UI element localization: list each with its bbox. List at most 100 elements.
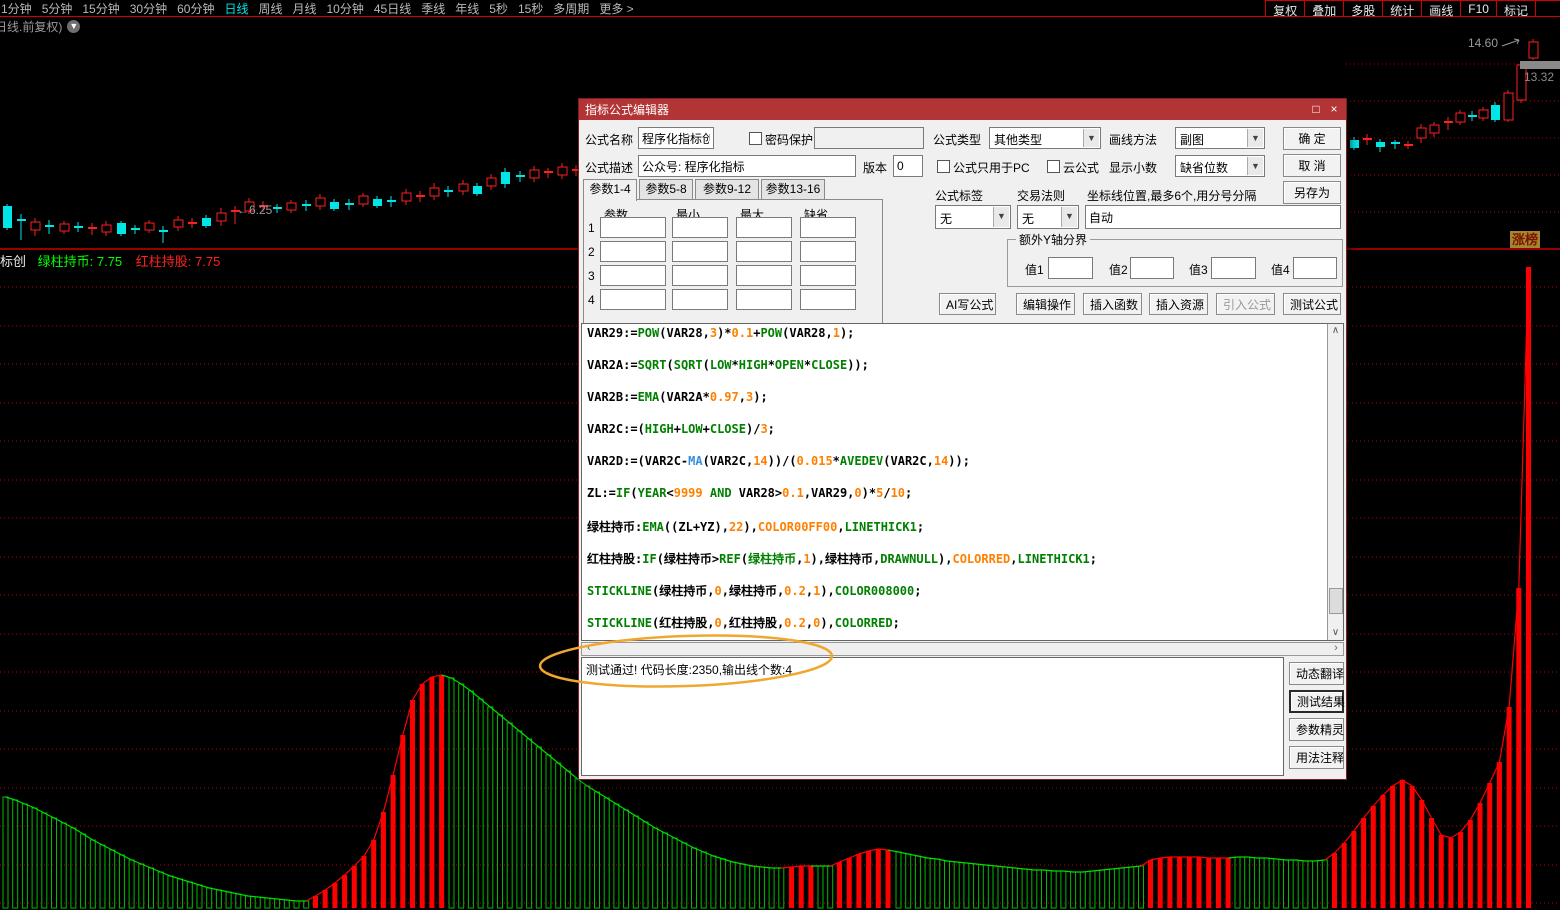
side-button-参数精灵[interactable]: 参数精灵 [1289,718,1344,741]
side-button-动态翻译[interactable]: 动态翻译 [1289,662,1344,685]
coord-lines-input[interactable] [1085,205,1341,229]
formula-type-select[interactable]: 其他类型 ▼ [989,127,1101,149]
toolbar-item-复权[interactable]: 复权 [1265,0,1304,16]
value4-input[interactable] [1293,257,1337,279]
toolbar-item-叠加[interactable]: 叠加 [1304,0,1343,16]
value3-input[interactable] [1211,257,1256,279]
tab-参数5-8[interactable]: 参数5-8 [639,179,693,199]
candle-down [202,218,211,226]
horizontal-scrollbar[interactable]: ‹ › [581,642,1344,656]
green-series-value: 绿柱持币: 7.75 [38,254,123,269]
chevron-down-circle-icon[interactable]: ▼ [67,20,80,33]
menu-item-5秒[interactable]: 5秒 [484,0,513,17]
formula-name-input[interactable] [638,127,714,149]
hist-bar-green [759,867,764,908]
hist-bar-green [595,792,600,908]
formula-desc-input[interactable] [638,155,856,177]
menu-item-季线[interactable]: 季线 [416,0,450,17]
menu-item-10分钟[interactable]: 10分钟 [322,0,369,17]
chevron-down-icon[interactable]: ▼ [1061,207,1077,227]
tab-参数13-16[interactable]: 参数13-16 [761,179,825,199]
param-input-r2c3[interactable] [736,241,792,262]
param-input-r1c3[interactable] [736,217,792,238]
param-input-r3c1[interactable] [600,265,666,286]
hist-bar-green [692,848,697,908]
value1-input[interactable] [1048,257,1093,279]
param-input-r4c4[interactable] [800,289,856,310]
scroll-left-icon[interactable]: ‹ [582,643,596,655]
version-input[interactable] [893,155,923,177]
side-button-用法注释[interactable]: 用法注释 [1289,746,1344,769]
menu-item-15秒[interactable]: 15秒 [513,0,548,17]
param-input-r3c2[interactable] [672,265,728,286]
param-input-r4c3[interactable] [736,289,792,310]
menu-item-1分钟[interactable]: 1分钟 [0,0,37,17]
param-input-r2c2[interactable] [672,241,728,262]
dialog-titlebar[interactable]: 指标公式编辑器 [579,99,1346,120]
chevron-down-icon[interactable]: ▼ [1247,157,1263,175]
close-icon[interactable]: × [1326,102,1342,117]
edit-ops-button[interactable]: 编辑操作 [1016,293,1075,315]
value2-input[interactable] [1130,257,1174,279]
param-input-r4c1[interactable] [600,289,666,310]
hist-bar-green [1109,869,1114,908]
save-as-button[interactable]: 另存为 [1283,181,1341,204]
insert-resource-button[interactable]: 插入资源 [1149,293,1208,315]
decimal-select[interactable]: 缺省位数 ▼ [1175,155,1265,177]
menu-item-日线[interactable]: 日线 [219,0,253,17]
tab-参数9-12[interactable]: 参数9-12 [695,179,759,199]
pc-only-checkbox[interactable] [937,160,950,173]
formula-tag-select[interactable]: 无 ▼ [935,205,1011,229]
toolbar-item-统计[interactable]: 统计 [1382,0,1421,16]
menu-item-更多 >[interactable]: 更多 > [594,0,638,17]
menu-item-15分钟[interactable]: 15分钟 [77,0,124,17]
hist-bar-red [391,775,396,908]
toolbar-item-画线[interactable]: 画线 [1421,0,1460,16]
cancel-button[interactable]: 取 消 [1283,154,1341,177]
param-input-r1c4[interactable] [800,217,856,238]
draw-method-select[interactable]: 副图 ▼ [1175,127,1265,149]
ai-write-button[interactable]: AI写公式 [939,293,996,315]
param-input-r3c4[interactable] [800,265,856,286]
scrollbar-thumb[interactable] [1329,588,1343,614]
scroll-up-icon[interactable]: ∧ [1328,324,1343,338]
chevron-down-icon[interactable]: ▼ [1247,129,1263,147]
param-input-r2c1[interactable] [600,241,666,262]
toolbar-item-标记[interactable]: 标记 [1496,0,1535,16]
rank-badge[interactable]: 涨榜 [1510,231,1540,248]
candle-up [402,193,411,201]
param-input-r3c3[interactable] [736,265,792,286]
scroll-right-icon[interactable]: › [1329,643,1343,655]
ok-button[interactable]: 确 定 [1283,127,1341,150]
password-protect-checkbox[interactable] [749,132,762,145]
formula-code-editor[interactable]: VAR29:=POW(VAR28,3)*0.1+POW(VAR28,1);VAR… [581,323,1344,641]
toolbar-item-F10[interactable]: F10 [1460,0,1496,16]
side-button-测试结果[interactable]: 测试结果 [1289,690,1344,713]
menu-item-30分钟[interactable]: 30分钟 [125,0,172,17]
menu-item-45日线[interactable]: 45日线 [369,0,416,17]
import-formula-button[interactable]: 引入公式 [1216,293,1275,315]
hist-bar-green [983,865,988,908]
menu-item-月线[interactable]: 月线 [287,0,321,17]
menu-item-5分钟[interactable]: 5分钟 [37,0,78,17]
tab-参数1-4[interactable]: 参数1-4 [583,179,637,201]
menu-item-多周期[interactable]: 多周期 [548,0,594,17]
param-input-r4c2[interactable] [672,289,728,310]
test-formula-button[interactable]: 测试公式 [1283,293,1341,315]
vertical-scrollbar[interactable]: ∧ ∨ [1327,324,1343,640]
param-input-r1c1[interactable] [600,217,666,238]
scroll-down-icon[interactable]: ∨ [1328,626,1343,640]
param-input-r1c2[interactable] [672,217,728,238]
cloud-formula-checkbox[interactable] [1047,160,1060,173]
chevron-down-icon[interactable]: ▼ [1083,129,1099,147]
insert-function-button[interactable]: 插入函数 [1083,293,1142,315]
menu-item-年线[interactable]: 年线 [450,0,484,17]
candle-up [1504,93,1513,120]
param-input-r2c4[interactable] [800,241,856,262]
chevron-down-icon[interactable]: ▼ [993,207,1009,227]
maximize-icon[interactable]: □ [1308,102,1324,117]
trade-rule-select[interactable]: 无 ▼ [1017,205,1079,229]
toolbar-item-多股[interactable]: 多股 [1343,0,1382,16]
menu-item-周线[interactable]: 周线 [253,0,287,17]
menu-item-60分钟[interactable]: 60分钟 [172,0,219,17]
